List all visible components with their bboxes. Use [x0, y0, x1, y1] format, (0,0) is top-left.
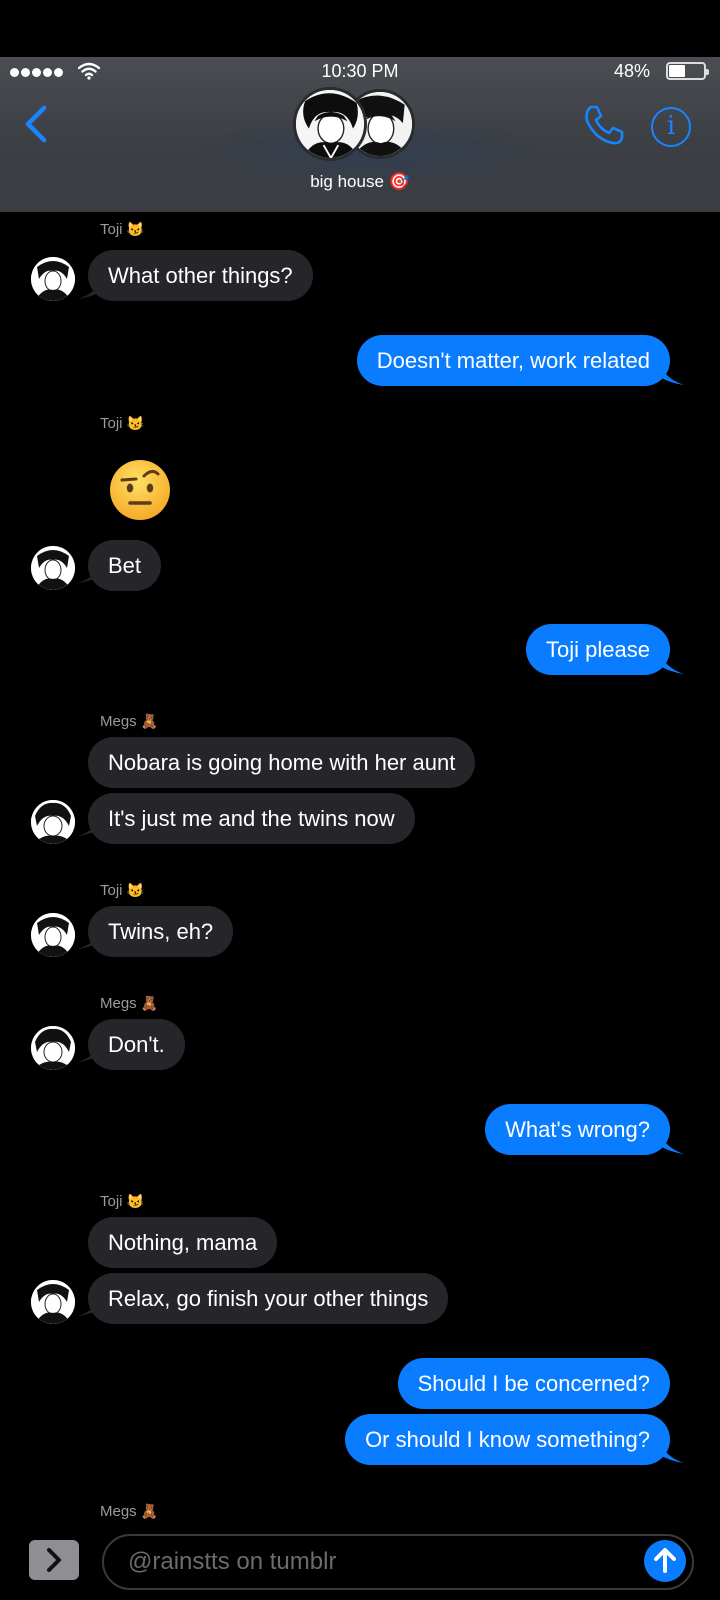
info-icon[interactable]: i: [651, 107, 691, 147]
message-bubble[interactable]: Toji please: [526, 624, 670, 675]
avatar: [293, 87, 367, 161]
message-bubble[interactable]: Should I be concerned?: [397, 1358, 670, 1409]
message-bubble[interactable]: Relax, go finish your other things: [88, 1273, 449, 1324]
chat-header: 10:30 PM 48% big house 🎯 i: [0, 57, 720, 212]
sender-label: Toji 😼: [100, 1193, 145, 1210]
chevron-right-icon: [47, 1548, 61, 1572]
sender-label: Toji 😼: [100, 882, 145, 899]
message-bubble[interactable]: It's just me and the twins now: [88, 793, 415, 844]
sender-label: Megs 🧸: [100, 713, 159, 730]
status-time: 10:30 PM: [321, 61, 399, 81]
group-avatar[interactable]: [293, 87, 423, 165]
message-bubble[interactable]: Bet: [88, 540, 162, 591]
chevron-left-icon[interactable]: [22, 104, 52, 144]
battery-icon: [666, 62, 709, 80]
message-bubble[interactable]: Nothing, mama: [88, 1217, 278, 1268]
message-bubble[interactable]: Nobara is going home with her aunt: [88, 737, 476, 788]
sender-label: Megs 🧸: [100, 995, 159, 1012]
message-bubble[interactable]: What other things?: [88, 250, 313, 301]
group-name[interactable]: big house 🎯: [0, 172, 720, 192]
avatar[interactable]: [31, 546, 75, 590]
message-bubble[interactable]: Or should I know something?: [345, 1414, 670, 1465]
sender-label: Toji 😼: [100, 221, 145, 238]
message-bubble[interactable]: Don't.: [88, 1019, 185, 1070]
sender-label: Megs 🧸: [100, 1503, 159, 1520]
avatar[interactable]: [31, 1280, 75, 1324]
message-input-placeholder: @rainstts on tumblr: [128, 1548, 337, 1575]
message-bubble[interactable]: What's wrong?: [485, 1104, 670, 1155]
message-bubble[interactable]: Doesn't matter, work related: [356, 335, 670, 386]
message-input[interactable]: @rainstts on tumblr: [102, 1534, 694, 1590]
message-bubble[interactable]: Twins, eh?: [88, 906, 234, 957]
apps-button[interactable]: [29, 1540, 79, 1580]
phone-icon[interactable]: [582, 103, 626, 147]
avatar[interactable]: [31, 1026, 75, 1070]
status-bar: 10:30 PM 48%: [0, 57, 720, 87]
send-button[interactable]: [644, 1540, 686, 1582]
arrow-up-icon: [654, 1548, 676, 1573]
avatar[interactable]: [31, 800, 75, 844]
raised-eyebrow-emoji[interactable]: [108, 458, 172, 522]
battery-percent: 48%: [613, 61, 650, 81]
sender-label: Toji 😼: [100, 415, 145, 432]
avatar[interactable]: [31, 913, 75, 957]
avatar[interactable]: [31, 257, 75, 301]
battery-fill: [669, 65, 685, 77]
